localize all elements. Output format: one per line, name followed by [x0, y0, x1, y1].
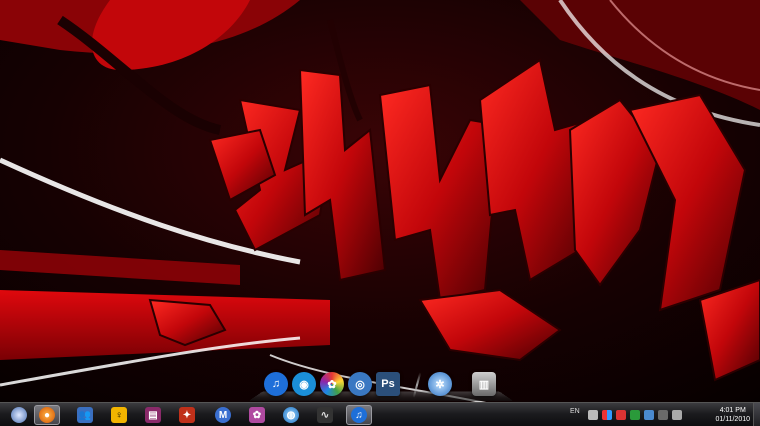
crystal-icon: ✦ [179, 407, 195, 423]
volume-icon[interactable] [672, 410, 682, 420]
photoshop-icon[interactable]: Ps [376, 372, 400, 396]
trash-icon[interactable]: ▥ [472, 372, 496, 396]
shield-icon[interactable] [616, 410, 626, 420]
show-desktop-button[interactable] [753, 403, 760, 426]
itunes-icon[interactable]: ♫ [264, 372, 288, 396]
taskbar-globe[interactable]: ◍ [278, 405, 304, 425]
power-icon[interactable] [658, 410, 668, 420]
maxthon-icon: M [215, 407, 231, 423]
dock: ♫ ◉ ✿ ◎ Ps ✲ ▥ [248, 368, 514, 402]
start-button[interactable] [6, 405, 32, 425]
keyboard-icon[interactable] [588, 410, 598, 420]
taskbar-app[interactable]: ✿ [244, 405, 270, 425]
taskbar-contacts[interactable]: 👥 [72, 405, 98, 425]
contacts-icon: 👥 [77, 407, 93, 423]
language-indicator[interactable]: EN [570, 408, 580, 415]
desktop: ♫ ◉ ✿ ◎ Ps ✲ ▥ ● 👥 ♀ ▤ ✦ M ✿ ◍ ∿ ♫ EN 4:… [0, 0, 760, 426]
clock-time: 4:01 PM [719, 407, 746, 414]
picasa-icon[interactable]: ✿ [320, 372, 344, 396]
taskbar-pulse[interactable]: ∿ [312, 405, 338, 425]
taskbar-maxthon[interactable]: M [210, 405, 236, 425]
app-icon: ✿ [249, 407, 265, 423]
clock[interactable]: 4:01 PM 01/11/2010 [715, 406, 750, 424]
firefox-icon: ● [39, 407, 55, 423]
orbit-icon[interactable]: ◎ [348, 372, 372, 396]
taskbar-crystal[interactable]: ✦ [174, 405, 200, 425]
globe-icon: ◍ [283, 407, 299, 423]
taskbar: ● 👥 ♀ ▤ ✦ M ✿ ◍ ∿ ♫ EN 4:01 PM 01/11/201… [0, 402, 760, 426]
flag-icon[interactable] [602, 410, 612, 420]
start-orb-icon [11, 407, 27, 423]
winrar-icon: ▤ [145, 407, 161, 423]
pulse-icon: ∿ [317, 407, 333, 423]
app-tray-icon[interactable] [630, 410, 640, 420]
itunes-taskbar-icon: ♫ [351, 407, 367, 423]
network-icon[interactable] [644, 410, 654, 420]
taskbar-aim[interactable]: ♀ [106, 405, 132, 425]
taskbar-itunes[interactable]: ♫ [346, 405, 372, 425]
aperture-icon[interactable]: ✲ [428, 372, 452, 396]
taskbar-firefox[interactable]: ● [34, 405, 60, 425]
wallpaper [0, 0, 760, 426]
clock-date: 01/11/2010 [715, 416, 750, 423]
aim-icon: ♀ [111, 407, 127, 423]
taskbar-winrar[interactable]: ▤ [140, 405, 166, 425]
browser-icon[interactable]: ◉ [292, 372, 316, 396]
system-tray: EN 4:01 PM 01/11/2010 [560, 403, 760, 426]
